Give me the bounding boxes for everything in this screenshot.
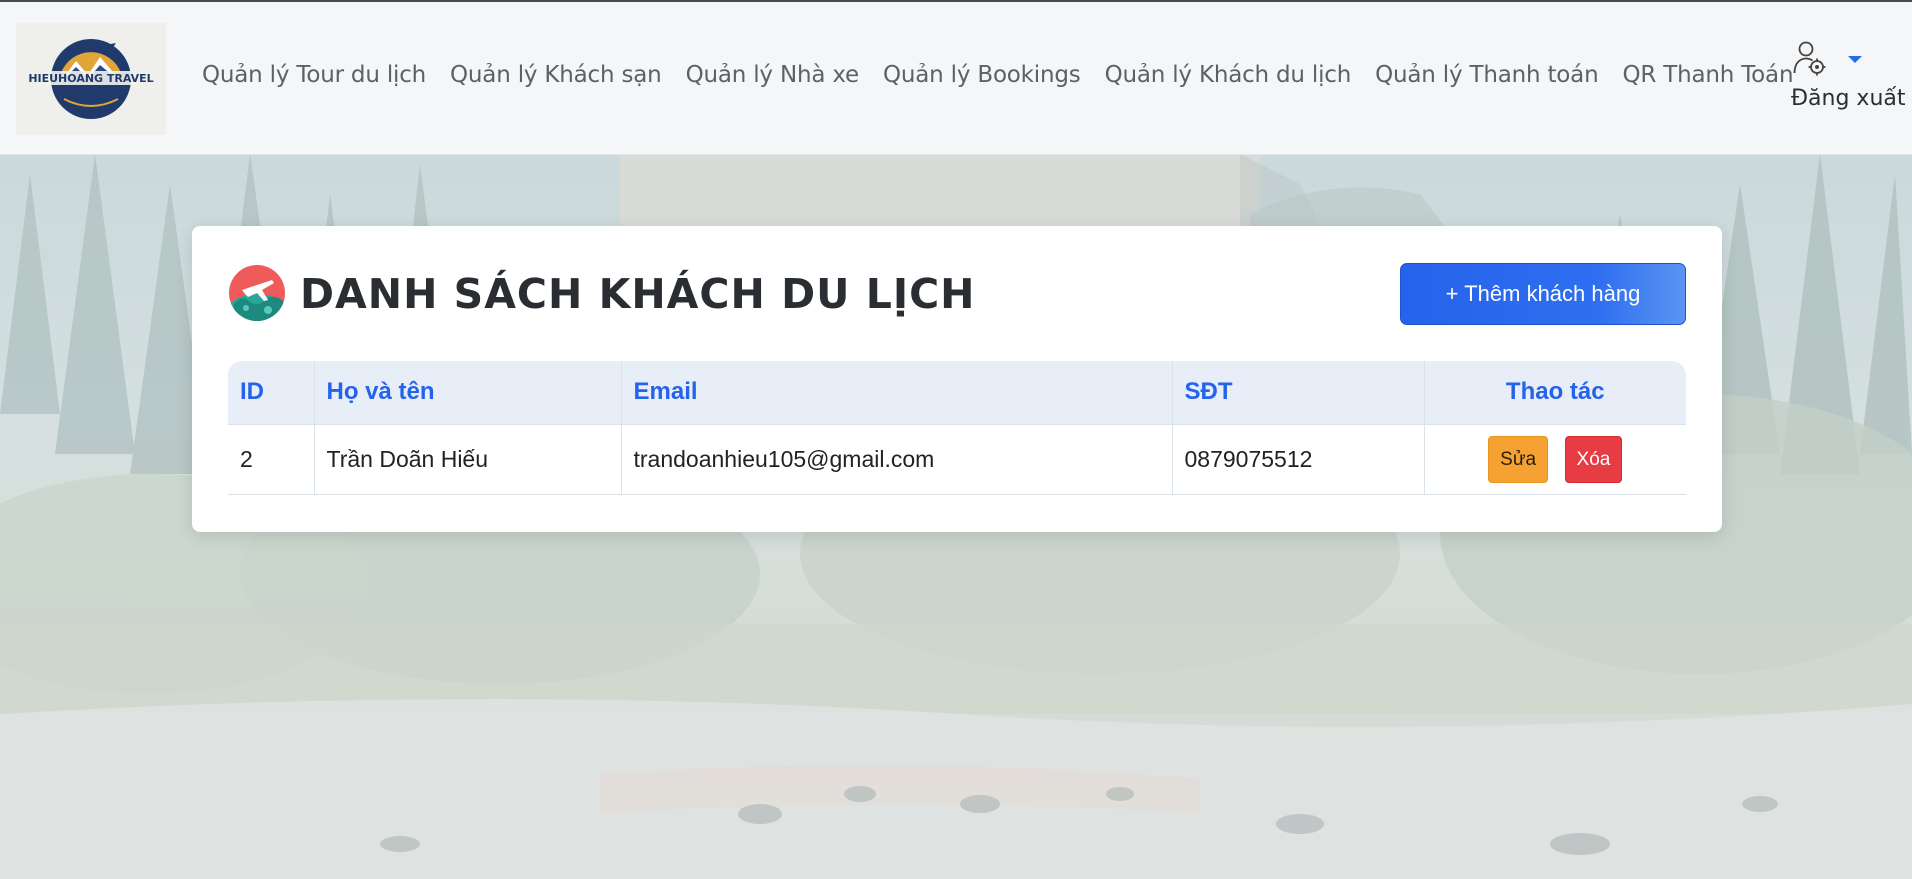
nav-link-bookings[interactable]: Quản lý Bookings xyxy=(871,62,1093,88)
nav-link-tours[interactable]: Quản lý Tour du lịch xyxy=(190,62,438,88)
brand-logo[interactable]: HIEUHOANG TRAVEL xyxy=(16,23,166,135)
column-header-id: ID xyxy=(228,361,315,425)
delete-button[interactable]: Xóa xyxy=(1564,435,1623,483)
customer-list-card: DANH SÁCH KHÁCH DU LỊCH + Thêm khách hàn… xyxy=(192,226,1722,532)
plane-globe-icon xyxy=(228,264,286,326)
nav-link-qr-payment[interactable]: QR Thanh Toán xyxy=(1610,62,1805,88)
user-gear-icon[interactable] xyxy=(1793,40,1827,80)
logo-emblem-icon: HIEUHOANG TRAVEL xyxy=(28,39,154,119)
navbar: HIEUHOANG TRAVEL Quản lý Tour du lịch Qu… xyxy=(0,2,1912,155)
page-title: DANH SÁCH KHÁCH DU LỊCH xyxy=(300,270,976,318)
cell-actions: Sửa Xóa xyxy=(1424,424,1686,495)
table-row: 2 Trần Doãn Hiếu trandoanhieu105@gmail.c… xyxy=(228,424,1686,495)
cell-id: 2 xyxy=(228,424,315,495)
edit-button[interactable]: Sửa xyxy=(1488,435,1549,483)
customer-table: ID Họ và tên Email SĐT Thao tác 2 Trần D… xyxy=(228,361,1686,495)
chevron-down-icon[interactable] xyxy=(1848,56,1862,63)
logo-text: HIEUHOANG TRAVEL xyxy=(28,72,153,85)
column-header-phone: SĐT xyxy=(1172,361,1425,425)
logout-link[interactable]: Đăng xuất xyxy=(1791,86,1906,111)
nav-link-customers[interactable]: Quản lý Khách du lịch xyxy=(1093,62,1364,88)
nav-link-hotels[interactable]: Quản lý Khách sạn xyxy=(438,62,674,88)
cell-name: Trần Doãn Hiếu xyxy=(314,424,622,495)
cell-email: trandoanhieu105@gmail.com xyxy=(621,424,1173,495)
column-header-actions: Thao tác xyxy=(1424,361,1686,425)
table-header-row: ID Họ và tên Email SĐT Thao tác xyxy=(228,361,1686,425)
main-nav: Quản lý Tour du lịch Quản lý Khách sạn Q… xyxy=(190,62,1805,88)
column-header-name: Họ và tên xyxy=(314,361,622,425)
add-customer-button[interactable]: + Thêm khách hàng xyxy=(1400,263,1686,325)
nav-link-payments[interactable]: Quản lý Thanh toán xyxy=(1363,62,1610,88)
cell-phone: 0879075512 xyxy=(1172,424,1425,495)
nav-link-bus-operators[interactable]: Quản lý Nhà xe xyxy=(674,62,871,88)
column-header-email: Email xyxy=(621,361,1173,425)
user-menu[interactable]: Đăng xuất xyxy=(1785,40,1910,120)
